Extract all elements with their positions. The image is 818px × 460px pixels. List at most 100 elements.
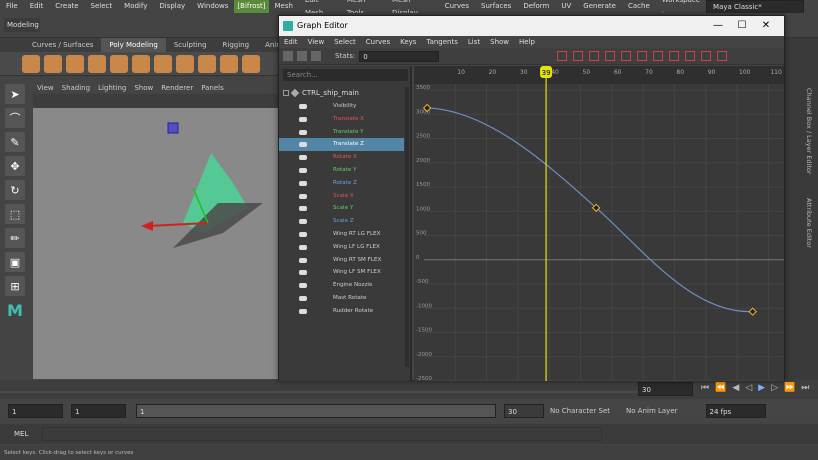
close-button[interactable]: ✕ — [754, 16, 778, 36]
expand-toggle-icon[interactable] — [283, 89, 289, 96]
play-forward-icon[interactable]: ▶ — [755, 383, 768, 393]
shelf-tab-sculpting[interactable]: Sculpting — [166, 38, 215, 52]
workspace-select[interactable]: Maya Classic* — [706, 0, 805, 14]
attribute-row[interactable]: Scale Z — [279, 215, 404, 228]
menu-create[interactable]: Create — [49, 0, 84, 13]
attribute-row[interactable]: Wing LF SM FLEX — [279, 266, 404, 279]
fps-select[interactable]: 24 fps — [705, 404, 766, 418]
attribute-row[interactable]: Scale X — [279, 190, 404, 203]
curve-visibility-icon[interactable] — [299, 129, 307, 135]
menu-file[interactable]: File — [0, 0, 24, 13]
viewport-menu-lighting[interactable]: Lighting — [94, 83, 130, 94]
rotate-tool-icon[interactable]: ↻ — [5, 180, 25, 200]
curve-visibility-icon[interactable] — [299, 180, 307, 186]
scale-tool-icon[interactable]: ⬚ — [5, 204, 25, 224]
go-to-end-icon[interactable]: ⏭ — [798, 383, 812, 393]
go-to-start-icon[interactable]: ⏮ — [698, 383, 712, 393]
curve-visibility-icon[interactable] — [299, 270, 307, 276]
poly-disc-icon[interactable] — [154, 54, 172, 73]
tangent-step-icon[interactable] — [637, 51, 648, 61]
separate-icon[interactable] — [242, 54, 260, 73]
viewport-menu-panels[interactable]: Panels — [197, 83, 228, 94]
shelf-tab-rigging[interactable]: Rigging — [215, 38, 258, 52]
break-tangents-icon[interactable] — [669, 51, 680, 61]
curve-visibility-icon[interactable] — [299, 104, 307, 109]
tangent-flat-icon[interactable] — [621, 51, 632, 61]
ge-menu-select[interactable]: Select — [329, 36, 361, 48]
curve-visibility-icon[interactable] — [299, 244, 307, 250]
tangent-plateau-icon[interactable] — [653, 51, 664, 61]
menu-cache[interactable]: Cache — [622, 0, 656, 13]
viewport-menu-view[interactable]: View — [33, 83, 58, 94]
tangent-spline-icon[interactable] — [573, 51, 584, 61]
attribute-row[interactable]: Visibility — [279, 100, 404, 113]
stats-field[interactable]: 0 — [359, 50, 440, 62]
poly-pipe-icon[interactable] — [176, 54, 194, 73]
curve-visibility-icon[interactable] — [299, 283, 307, 289]
curve-visibility-icon[interactable] — [299, 142, 307, 148]
outliner-scrollbar[interactable] — [405, 87, 409, 367]
ge-menu-curves[interactable]: Curves — [361, 36, 395, 48]
ge-menu-edit[interactable]: Edit — [279, 36, 303, 48]
start-frame-field[interactable]: 1 — [8, 404, 63, 418]
menu-bifrost[interactable]: [Bifrost] — [234, 0, 269, 13]
attribute-row[interactable]: Translate Z — [279, 138, 404, 152]
menu-deform[interactable]: Deform — [517, 0, 555, 13]
step-forward-key-icon[interactable]: ⏩ — [781, 383, 798, 393]
attribute-row[interactable]: Engine Nozzle — [279, 279, 404, 292]
ge-menu-help[interactable]: Help — [514, 36, 540, 48]
curve-visibility-icon[interactable] — [299, 295, 307, 301]
viewport-perspective[interactable] — [33, 83, 278, 379]
unify-tangents-icon[interactable] — [685, 51, 696, 61]
step-forward-icon[interactable]: ▷ — [768, 383, 781, 393]
curve-visibility-icon[interactable] — [299, 257, 307, 263]
curve-visibility-icon[interactable] — [299, 219, 307, 225]
select-tool-icon[interactable]: ➤ — [5, 84, 25, 104]
attribute-row[interactable]: Translate Y — [279, 126, 404, 139]
last-tool-icon[interactable]: ✏ — [5, 228, 25, 248]
maximize-button[interactable]: ☐ — [730, 16, 754, 36]
attribute-editor-tab[interactable]: Attribute Editor — [805, 198, 813, 248]
move-key-icon[interactable] — [283, 51, 293, 61]
anim-layer-select[interactable]: No Anim Layer — [626, 407, 677, 415]
menu-curves[interactable]: Curves — [439, 0, 475, 13]
lasso-tool-icon[interactable]: ⌒ — [5, 108, 25, 128]
menu-edit[interactable]: Edit — [24, 0, 50, 13]
attribute-row[interactable]: Wing LF LG FLEX — [279, 241, 404, 254]
graph-view[interactable]: 10 20 30 40 50 60 70 80 90 100 110 3500 3000 2500 2000… — [414, 66, 784, 381]
curve-visibility-icon[interactable] — [299, 308, 307, 314]
poly-cone-icon[interactable] — [88, 54, 106, 73]
attribute-row[interactable]: Wing RT LG FLEX — [279, 228, 404, 241]
paint-select-icon[interactable]: ✎ — [5, 132, 25, 152]
play-backward-icon[interactable]: ◁ — [742, 383, 755, 393]
poly-cube-icon[interactable] — [22, 54, 40, 73]
range-start-field[interactable]: 1 — [71, 404, 126, 418]
attribute-row[interactable]: Translate X — [279, 113, 404, 126]
poly-cylinder-icon[interactable] — [66, 54, 84, 73]
attribute-row[interactable]: Rudder Rotate — [279, 305, 404, 318]
ge-menu-view[interactable]: View — [303, 36, 330, 48]
poly-star-icon[interactable] — [198, 54, 216, 73]
attribute-row[interactable]: Rotate Z — [279, 177, 404, 190]
time-slider[interactable]: 30 ⏮ ⏪ ◀ ◁ ▶ ▷ ⏩ ⏭ — [0, 380, 818, 399]
character-set-select[interactable]: No Character Set — [550, 407, 610, 415]
attribute-row[interactable]: Wing RT SM FLEX — [279, 254, 404, 267]
curve-visibility-icon[interactable] — [299, 193, 307, 199]
attribute-row[interactable]: Rotate Y — [279, 164, 404, 177]
tangent-linear-icon[interactable] — [605, 51, 616, 61]
curve-visibility-icon[interactable] — [299, 116, 307, 122]
ge-menu-tangents[interactable]: Tangents — [421, 36, 462, 48]
viewport-menu-renderer[interactable]: Renderer — [157, 83, 197, 94]
ge-menu-keys[interactable]: Keys — [395, 36, 421, 48]
free-weight-icon[interactable] — [701, 51, 712, 61]
menu-uv[interactable]: UV — [555, 0, 577, 13]
menu-set-field[interactable]: Modeling — [4, 18, 40, 32]
menu-modify[interactable]: Modify — [118, 0, 153, 13]
root-node-row[interactable]: CTRL_ship_main — [283, 87, 408, 98]
ge-menu-show[interactable]: Show — [485, 36, 514, 48]
graph-editor-titlebar[interactable]: Graph Editor — ☐ ✕ — [279, 16, 784, 36]
move-tool-icon[interactable]: ✥ — [5, 156, 25, 176]
poly-sphere-icon[interactable] — [44, 54, 62, 73]
shelf-tab-curves[interactable]: Curves / Surfaces — [24, 38, 101, 52]
channel-box-tab[interactable]: Channel Box / Layer Editor — [805, 88, 813, 175]
